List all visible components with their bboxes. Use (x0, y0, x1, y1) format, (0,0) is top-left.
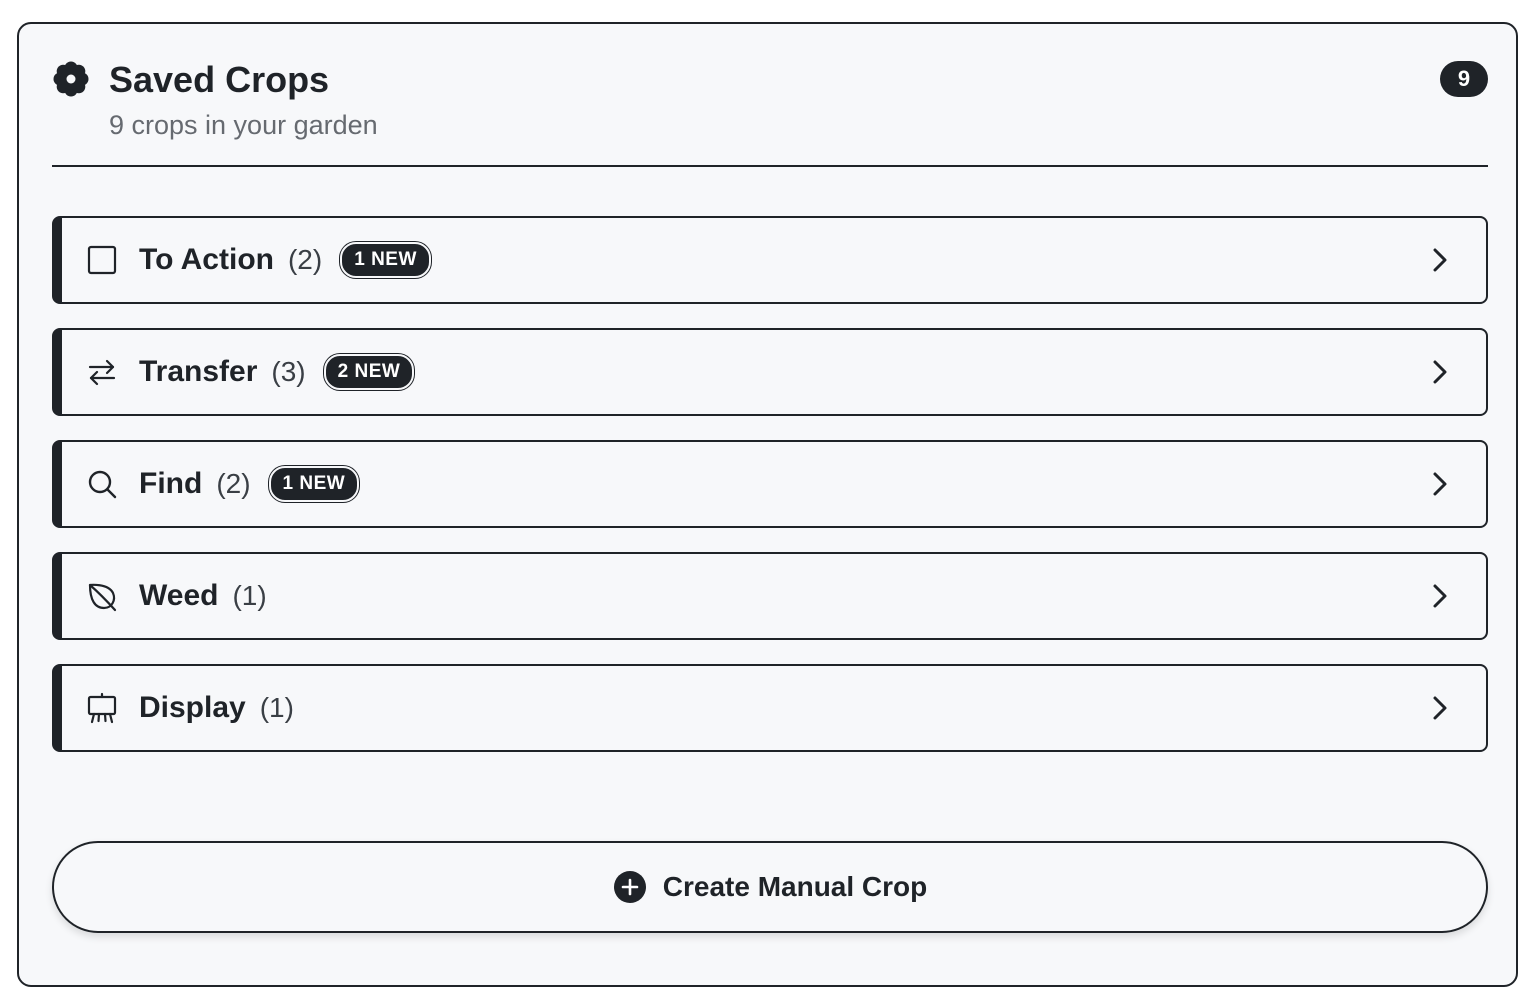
panel-header: Saved Crops 9 crops in your garden 9 (52, 58, 1488, 168)
header-divider (52, 165, 1488, 167)
category-to-action[interactable]: To Action (2) 1 NEW (52, 216, 1488, 304)
category-count: (3) (271, 356, 306, 387)
total-count-badge: 9 (1440, 61, 1488, 97)
create-manual-crop-button[interactable]: Create Manual Crop (52, 841, 1488, 933)
chevron-right-icon (1424, 356, 1456, 388)
panel-subtitle: 9 crops in your garden (109, 110, 378, 140)
transfer-arrows-icon (86, 356, 118, 388)
category-find[interactable]: Find (2) 1 NEW (52, 440, 1488, 528)
gear-flower-icon (52, 60, 90, 98)
category-count: (2) (287, 244, 323, 275)
category-display[interactable]: Display (1) (52, 664, 1488, 752)
checkbox-icon (86, 244, 118, 276)
category-count: (2) (216, 468, 251, 499)
category-label: Transfer (139, 355, 258, 388)
new-badge: 1 NEW (340, 242, 431, 278)
new-badge: 1 NEW (268, 466, 360, 502)
saved-crops-panel: Saved Crops 9 crops in your garden 9 To … (17, 22, 1518, 987)
chevron-right-icon (1424, 580, 1456, 612)
category-label: Weed (139, 579, 219, 612)
category-label: Display (139, 691, 246, 724)
category-label: To Action (139, 243, 274, 276)
chevron-right-icon (1424, 468, 1456, 500)
easel-icon (86, 692, 118, 724)
category-list: To Action (2) 1 NEW Transfer (3) 2 NEW F… (52, 216, 1488, 776)
chevron-right-icon (1424, 692, 1456, 724)
chevron-right-icon (1424, 244, 1456, 276)
category-weed[interactable]: Weed (1) (52, 552, 1488, 640)
new-badge: 2 NEW (323, 354, 415, 390)
search-icon (86, 468, 118, 500)
category-transfer[interactable]: Transfer (3) 2 NEW (52, 328, 1488, 416)
category-label: Find (139, 467, 203, 500)
category-count: (1) (232, 580, 267, 611)
leaf-icon (86, 580, 118, 612)
panel-title: Saved Crops (109, 59, 330, 100)
plus-circle-icon (613, 870, 647, 904)
category-count: (1) (259, 692, 294, 723)
create-button-label: Create Manual Crop (662, 871, 928, 902)
